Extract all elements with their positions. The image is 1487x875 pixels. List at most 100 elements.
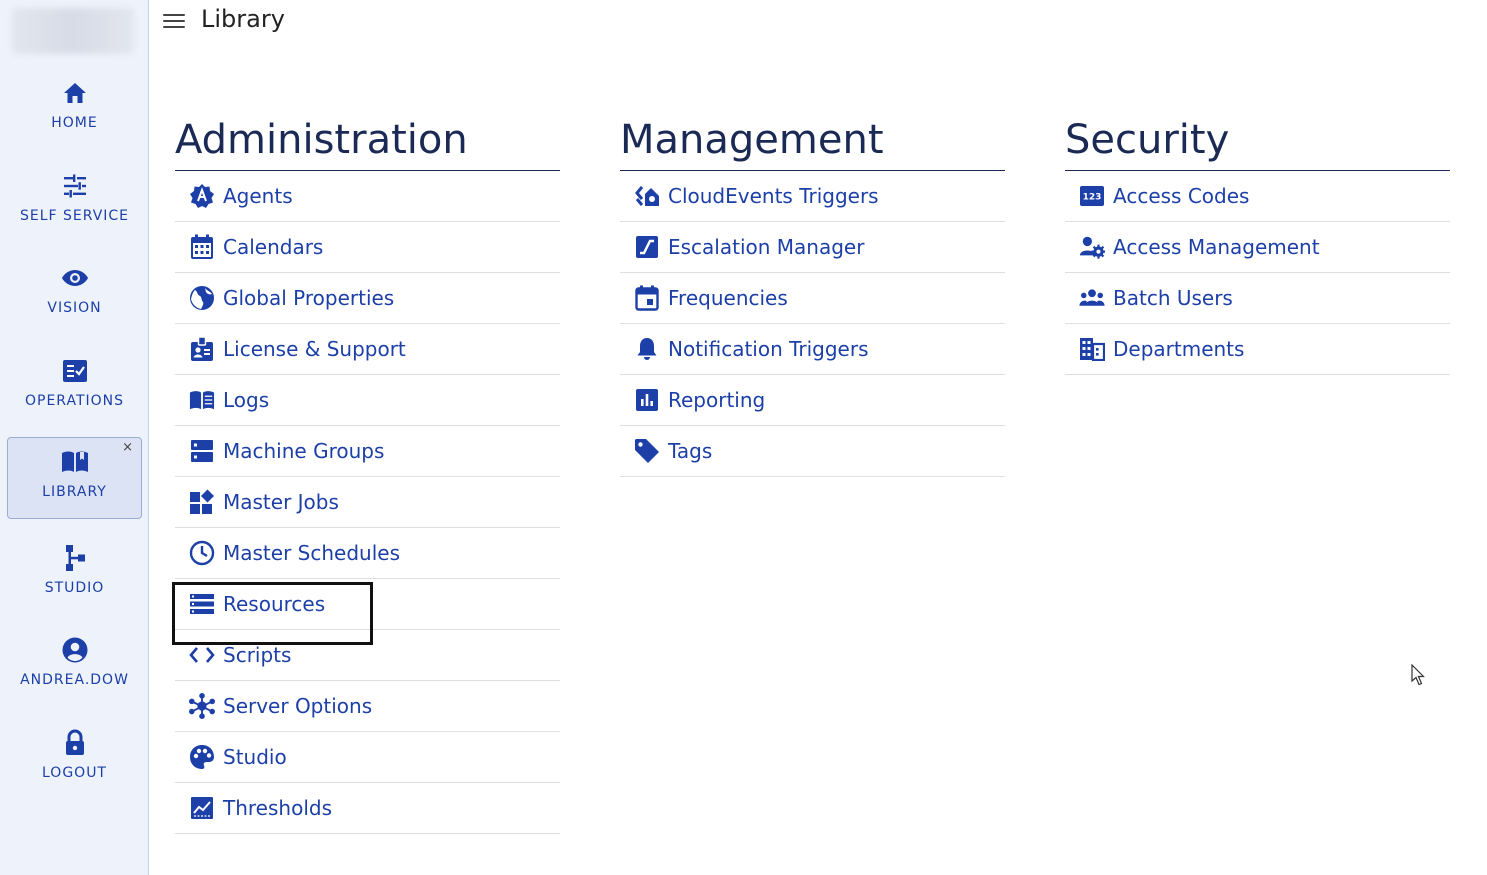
mouse-cursor-icon bbox=[1411, 664, 1425, 686]
bell-icon bbox=[634, 336, 660, 362]
security-item-access-management[interactable]: Access Management bbox=[1065, 222, 1450, 273]
item-label: CloudEvents Triggers bbox=[668, 184, 879, 208]
item-label: Thresholds bbox=[223, 796, 332, 820]
item-label: Departments bbox=[1113, 337, 1245, 361]
building-icon bbox=[1079, 336, 1105, 362]
clock-icon bbox=[189, 540, 215, 566]
nav-item-self-service[interactable]: SELF SERVICE bbox=[7, 165, 142, 245]
section-title: Administration bbox=[175, 118, 560, 171]
menu-icon[interactable] bbox=[163, 13, 187, 31]
mgmt-item-notification-triggers[interactable]: Notification Triggers bbox=[620, 324, 1005, 375]
widgets-icon bbox=[189, 489, 215, 515]
escalation-icon bbox=[634, 234, 660, 260]
mgmt-item-escalation-manager[interactable]: Escalation Manager bbox=[620, 222, 1005, 273]
administration-column: Administration Agents Calendars Global P… bbox=[175, 118, 560, 834]
admin-item-master-schedules[interactable]: Master Schedules bbox=[175, 528, 560, 579]
close-icon[interactable]: × bbox=[122, 440, 133, 456]
logo bbox=[12, 8, 134, 54]
admin-item-machine-groups[interactable]: Machine Groups bbox=[175, 426, 560, 477]
nav-label: SELF SERVICE bbox=[19, 208, 130, 224]
security-list: 123 Access Codes Access Management Batch… bbox=[1065, 171, 1450, 375]
nav-item-operations[interactable]: OPERATIONS bbox=[7, 350, 142, 430]
admin-item-thresholds[interactable]: Thresholds bbox=[175, 783, 560, 834]
list-bars-icon bbox=[189, 591, 215, 617]
nav-label: OPERATIONS bbox=[24, 393, 125, 409]
calendar-day-icon bbox=[634, 285, 660, 311]
item-label: Master Jobs bbox=[223, 490, 339, 514]
mgmt-item-tags[interactable]: Tags bbox=[620, 426, 1005, 477]
admin-item-logs[interactable]: Logs bbox=[175, 375, 560, 426]
user-gear-icon bbox=[1079, 234, 1105, 260]
code-icon bbox=[189, 642, 215, 668]
id-badge-icon bbox=[189, 336, 215, 362]
nav-label: ANDREA.DOW bbox=[20, 672, 129, 688]
admin-item-license-support[interactable]: License & Support bbox=[175, 324, 560, 375]
tag-icon bbox=[634, 438, 660, 464]
item-label: Global Properties bbox=[223, 286, 395, 310]
item-label: Machine Groups bbox=[223, 439, 385, 463]
admin-item-server-options[interactable]: Server Options bbox=[175, 681, 560, 732]
server-stack-icon bbox=[189, 438, 215, 464]
book-icon bbox=[8, 447, 141, 477]
hierarchy-icon bbox=[7, 543, 142, 573]
eye-icon bbox=[7, 263, 142, 293]
mgmt-item-reporting[interactable]: Reporting bbox=[620, 375, 1005, 426]
admin-item-global-properties[interactable]: Global Properties bbox=[175, 273, 560, 324]
item-label: Batch Users bbox=[1113, 286, 1233, 310]
admin-item-studio[interactable]: Studio bbox=[175, 732, 560, 783]
item-label: Frequencies bbox=[668, 286, 788, 310]
item-label: Resources bbox=[223, 592, 326, 616]
item-label: Studio bbox=[223, 745, 287, 769]
bar-chart-icon bbox=[634, 387, 660, 413]
checklist-icon bbox=[7, 356, 142, 386]
nav-label: LIBRARY bbox=[42, 484, 107, 500]
chart-icon bbox=[189, 795, 215, 821]
section-title: Management bbox=[620, 118, 1005, 171]
nav-item-logout[interactable]: LOGOUT bbox=[7, 722, 142, 802]
item-label: Agents bbox=[223, 184, 293, 208]
admin-item-agents[interactable]: Agents bbox=[175, 171, 560, 222]
group-icon bbox=[1079, 285, 1105, 311]
security-item-departments[interactable]: Departments bbox=[1065, 324, 1450, 375]
admin-item-calendars[interactable]: Calendars bbox=[175, 222, 560, 273]
palette-icon bbox=[189, 744, 215, 770]
nav-item-library[interactable]: LIBRARY × bbox=[7, 437, 142, 519]
nav-item-user[interactable]: ANDREA.DOW bbox=[7, 629, 142, 709]
security-column: Security 123 Access Codes Access Managem… bbox=[1065, 118, 1450, 375]
item-label: Scripts bbox=[223, 643, 292, 667]
nav-item-vision[interactable]: VISION bbox=[7, 257, 142, 337]
item-label: Tags bbox=[668, 439, 713, 463]
item-label: Access Codes bbox=[1113, 184, 1250, 208]
nav-item-home[interactable]: HOME bbox=[7, 72, 142, 152]
item-label: License & Support bbox=[223, 337, 406, 361]
item-label: Escalation Manager bbox=[668, 235, 865, 259]
page-title: Library bbox=[201, 5, 285, 33]
mgmt-item-frequencies[interactable]: Frequencies bbox=[620, 273, 1005, 324]
admin-item-resources[interactable]: Resources bbox=[175, 579, 560, 630]
mgmt-item-cloudevents-triggers[interactable]: CloudEvents Triggers bbox=[620, 171, 1005, 222]
open-book-icon bbox=[189, 387, 215, 413]
item-label: Server Options bbox=[223, 694, 373, 718]
nav-label: VISION bbox=[47, 300, 102, 316]
hub-icon bbox=[189, 693, 215, 719]
security-item-batch-users[interactable]: Batch Users bbox=[1065, 273, 1450, 324]
badge-text: 123 bbox=[1083, 193, 1102, 203]
item-label: Calendars bbox=[223, 235, 324, 259]
nav-label: LOGOUT bbox=[42, 765, 107, 781]
globe-icon bbox=[189, 285, 215, 311]
lock-icon bbox=[7, 728, 142, 758]
nav-label: HOME bbox=[51, 115, 98, 131]
admin-item-scripts[interactable]: Scripts bbox=[175, 630, 560, 681]
nav-label: STUDIO bbox=[44, 580, 105, 596]
section-title: Security bbox=[1065, 118, 1450, 171]
agent-badge-icon bbox=[189, 183, 215, 209]
management-column: Management CloudEvents Triggers Escalati… bbox=[620, 118, 1005, 477]
nav-item-studio[interactable]: STUDIO bbox=[7, 537, 142, 617]
user-icon bbox=[7, 635, 142, 665]
item-label: Master Schedules bbox=[223, 541, 400, 565]
sidebar: HOME SELF SERVICE VISION OPERATIONS LIBR… bbox=[0, 0, 149, 875]
security-item-access-codes[interactable]: 123 Access Codes bbox=[1065, 171, 1450, 222]
item-label: Access Management bbox=[1113, 235, 1320, 259]
administration-list: Agents Calendars Global Properties Licen… bbox=[175, 171, 560, 834]
admin-item-master-jobs[interactable]: Master Jobs bbox=[175, 477, 560, 528]
